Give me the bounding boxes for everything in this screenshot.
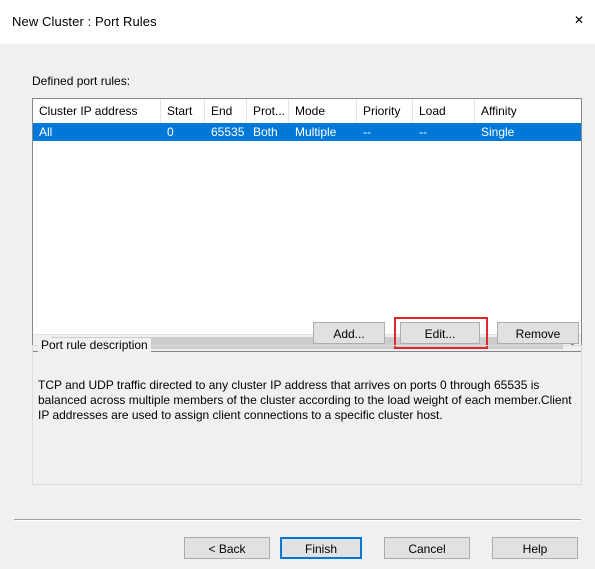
cell-end: 65535 — [211, 125, 245, 139]
footer-divider — [14, 519, 581, 521]
port-rule-description-label: Port rule description — [38, 338, 151, 352]
dialog-body: Defined port rules: Cluster IP address S… — [0, 44, 595, 569]
column-header-load[interactable]: Load — [413, 99, 475, 123]
cell-protocol: Both — [253, 125, 278, 139]
title-bar: New Cluster : Port Rules ✕ — [0, 0, 595, 44]
cell-start: 0 — [167, 125, 174, 139]
add-button[interactable]: Add... — [313, 322, 385, 344]
help-button[interactable]: Help — [492, 537, 578, 559]
cell-mode: Multiple — [295, 125, 337, 139]
port-rules-list[interactable]: Cluster IP address Start End Prot... Mod… — [32, 98, 582, 352]
column-header-cluster-ip[interactable]: Cluster IP address — [33, 99, 161, 123]
cancel-button[interactable]: Cancel — [384, 537, 470, 559]
cell-load: -- — [419, 125, 427, 139]
close-icon[interactable]: ✕ — [568, 8, 590, 32]
column-header-end[interactable]: End — [205, 99, 247, 123]
remove-button[interactable]: Remove — [497, 322, 579, 344]
cell-priority: -- — [363, 125, 371, 139]
column-header-priority[interactable]: Priority — [357, 99, 413, 123]
column-header-protocol[interactable]: Prot... — [247, 99, 289, 123]
cell-cluster-ip: All — [39, 125, 53, 139]
defined-port-rules-label: Defined port rules: — [32, 74, 131, 88]
finish-button[interactable]: Finish — [280, 537, 362, 559]
window-title: New Cluster : Port Rules — [12, 14, 157, 29]
back-button[interactable]: < Back — [184, 537, 270, 559]
cell-affinity: Single — [481, 125, 515, 139]
list-header: Cluster IP address Start End Prot... Mod… — [33, 99, 581, 123]
column-header-affinity[interactable]: Affinity — [475, 99, 581, 123]
column-header-mode[interactable]: Mode — [289, 99, 357, 123]
port-rule-description-text: TCP and UDP traffic directed to any clus… — [38, 378, 572, 422]
table-row[interactable]: All 0 65535 Both Multiple -- -- Single — [33, 123, 581, 141]
column-header-start[interactable]: Start — [161, 99, 205, 123]
